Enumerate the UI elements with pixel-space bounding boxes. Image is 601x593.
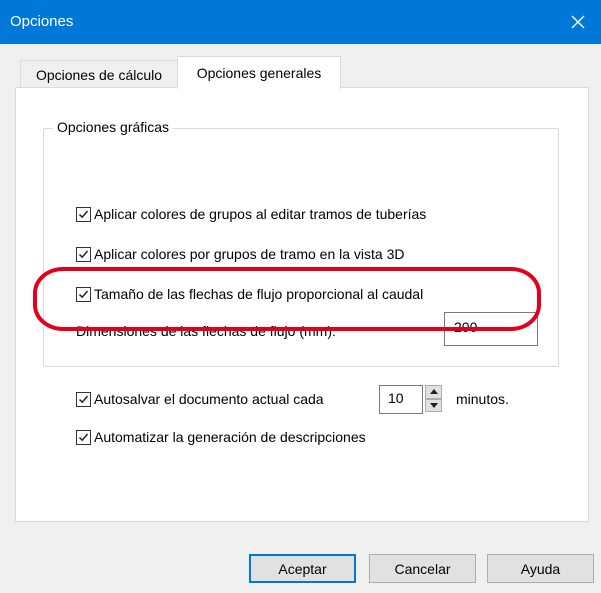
minutes-spinner[interactable] xyxy=(425,385,442,412)
help-button[interactable]: Ayuda xyxy=(487,554,594,583)
close-icon xyxy=(571,15,585,29)
tab-label: Opciones generales xyxy=(196,65,322,81)
check-icon xyxy=(78,210,89,218)
arrow-dimension-input[interactable]: 200 xyxy=(444,312,538,346)
tab-opciones-calculo[interactable]: Opciones de cálculo xyxy=(20,60,178,90)
checkbox-box xyxy=(76,286,91,302)
auto-descriptions-checkbox[interactable]: Automatizar la generación de descripcion… xyxy=(76,429,366,445)
checkbox-label: Autosalvar el documento actual cada xyxy=(94,391,324,407)
input-value: 200 xyxy=(454,319,478,335)
checkbox-box xyxy=(76,246,91,262)
cancel-button[interactable]: Cancelar xyxy=(369,554,476,583)
check-icon xyxy=(78,395,89,403)
spin-down-button[interactable] xyxy=(425,398,442,412)
check-icon xyxy=(78,250,89,258)
arrow-down-icon xyxy=(429,402,438,408)
title-bar: Opciones xyxy=(0,0,601,44)
checkbox-box xyxy=(76,391,91,407)
check-icon xyxy=(78,433,89,441)
minutes-suffix: minutos. xyxy=(456,391,509,407)
autosave-checkbox[interactable]: Autosalvar el documento actual cada xyxy=(76,391,324,407)
button-label: Cancelar xyxy=(394,560,451,577)
input-value: 10 xyxy=(388,390,404,406)
apply-colors-3d-checkbox[interactable]: Aplicar colores por grupos de tramo en l… xyxy=(76,246,404,262)
group-legend: Opciones gráficas xyxy=(53,119,174,135)
checkbox-box xyxy=(76,206,91,222)
tab-opciones-generales[interactable]: Opciones generales xyxy=(177,56,341,89)
autosave-minutes-input[interactable]: 10 xyxy=(379,385,423,414)
arrow-size-proportional-checkbox[interactable]: Tamaño de las flechas de flujo proporcio… xyxy=(76,286,423,302)
accept-button[interactable]: Aceptar xyxy=(249,554,356,583)
checkbox-label: Aplicar colores de grupos al editar tram… xyxy=(94,206,427,222)
window-title: Opciones xyxy=(10,13,74,30)
arrow-up-icon xyxy=(429,389,438,395)
checkbox-box xyxy=(76,429,91,445)
checkbox-label: Automatizar la generación de descripcion… xyxy=(94,429,366,445)
spin-up-button[interactable] xyxy=(425,385,442,399)
arrow-dimension-label: Dimensiones de las flechas de flujo (mm)… xyxy=(76,323,336,339)
checkbox-label: Aplicar colores por grupos de tramo en l… xyxy=(94,246,405,262)
apply-colors-edit-checkbox[interactable]: Aplicar colores de grupos al editar tram… xyxy=(76,206,426,222)
check-icon xyxy=(78,290,89,298)
tab-panel: Opciones gráficas Aplicar colores de gru… xyxy=(15,87,589,522)
tab-label: Opciones de cálculo xyxy=(35,67,163,83)
close-button[interactable] xyxy=(555,0,601,44)
dialog-client: Opciones de cálculo Opciones generales O… xyxy=(0,44,601,593)
button-label: Ayuda xyxy=(520,560,561,577)
button-label: Aceptar xyxy=(278,560,327,577)
checkbox-label: Tamaño de las flechas de flujo proporcio… xyxy=(94,286,424,302)
